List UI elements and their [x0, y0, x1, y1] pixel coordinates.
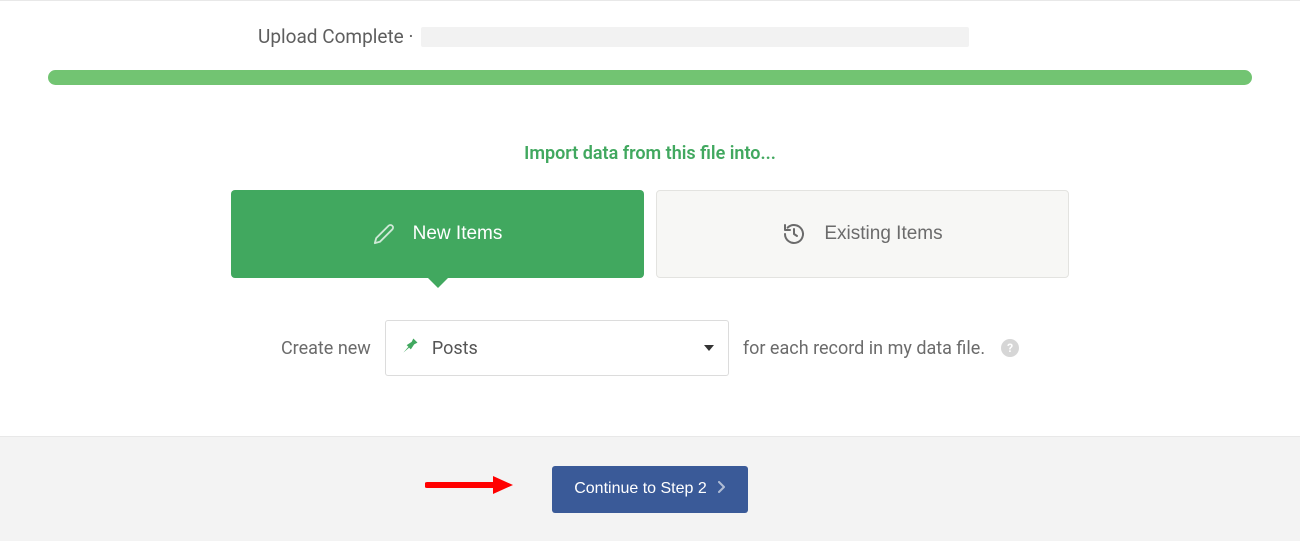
upload-filename-redacted	[421, 27, 969, 47]
continue-button[interactable]: Continue to Step 2	[552, 466, 748, 513]
config-row: Create new Posts for each record in my d…	[0, 320, 1300, 376]
import-heading: Import data from this file into...	[0, 143, 1300, 164]
annotation-arrow	[425, 473, 515, 493]
existing-items-label: Existing Items	[824, 223, 942, 245]
post-type-selected-label: Posts	[432, 338, 704, 359]
upload-status-row: Upload Complete ·	[0, 25, 1300, 48]
config-suffix: for each record in my data file.	[743, 338, 985, 359]
post-type-select[interactable]: Posts	[385, 320, 729, 376]
import-option-row: New Items Existing Items	[0, 190, 1300, 278]
new-items-button[interactable]: New Items	[231, 190, 644, 278]
continue-label: Continue to Step 2	[574, 480, 707, 498]
footer-bar: Continue to Step 2	[0, 436, 1300, 541]
upload-status-text: Upload Complete ·	[258, 25, 413, 48]
pushpin-icon	[400, 336, 420, 361]
new-items-label: New Items	[413, 223, 503, 245]
chevron-right-icon	[717, 480, 726, 499]
progress-bar	[48, 70, 1252, 85]
pencil-icon	[373, 223, 395, 245]
help-icon[interactable]: ?	[1001, 339, 1019, 357]
history-icon	[782, 222, 806, 246]
caret-down-icon	[704, 345, 714, 351]
existing-items-button[interactable]: Existing Items	[656, 190, 1069, 278]
main-area: Upload Complete · Import data from this …	[0, 1, 1300, 436]
progress-row	[0, 70, 1300, 85]
config-prefix: Create new	[281, 338, 371, 359]
